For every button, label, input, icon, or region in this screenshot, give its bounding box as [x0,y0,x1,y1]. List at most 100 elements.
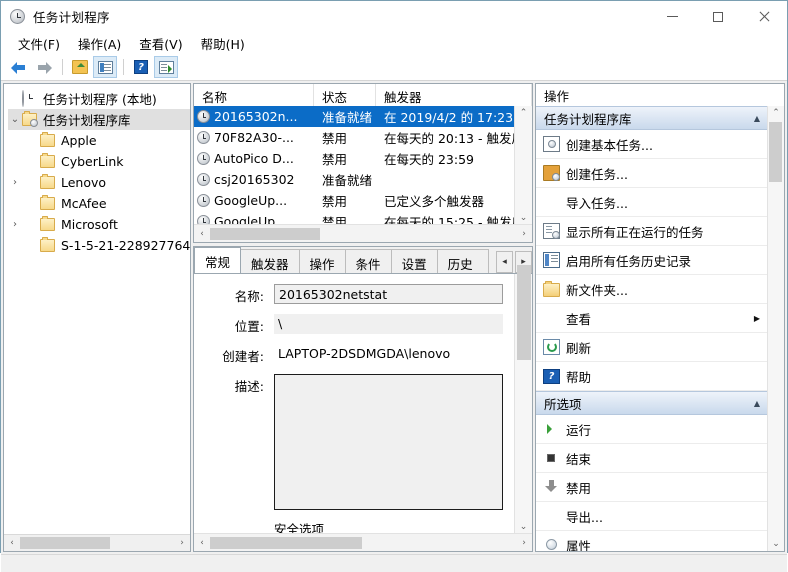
scroll-right-arrow-icon[interactable]: › [516,538,532,548]
action-disable[interactable]: 禁用 [536,473,768,502]
tree-item-microsoft[interactable]: › Microsoft [8,214,190,235]
menu-file[interactable]: 文件(F) [9,32,69,55]
scroll-thumb[interactable] [769,122,782,182]
menu-view[interactable]: 查看(V) [130,32,191,55]
tree-item-lenovo[interactable]: › Lenovo [8,172,190,193]
description-field[interactable] [274,374,503,510]
action-enable-all-task-history[interactable]: 启用所有任务历史记录 [536,246,768,275]
table-row[interactable]: csj20165302 准备就绪 [194,169,515,190]
column-header-name[interactable]: 名称 [194,84,314,106]
minimize-button[interactable] [649,1,695,32]
scroll-track[interactable] [20,535,174,551]
tab-settings[interactable]: 设置 [390,249,438,273]
action-create-task[interactable]: 创建任务... [536,159,768,188]
scroll-right-arrow-icon[interactable]: › [174,538,190,548]
scroll-thumb[interactable] [210,227,320,240]
action-end[interactable]: 结束 [536,444,768,473]
folder-icon [40,153,55,168]
action-label: 导入任务... [566,195,628,211]
tab-triggers[interactable]: 触发器 [240,249,300,273]
tree-item-sid[interactable]: S-1-5-21-228927764 [8,235,190,256]
field-row-description: 描述: [194,374,515,510]
tab-scroll-prev-icon[interactable]: ◂ [496,251,513,273]
up-folder-button[interactable] [68,56,92,78]
folder-icon [543,280,560,297]
tree-root-clock-icon [22,89,38,107]
scroll-track[interactable] [210,226,516,242]
scroll-thumb[interactable] [210,536,362,549]
task-clock-icon [197,194,210,207]
column-header-status[interactable]: 状态 [314,84,376,106]
scroll-right-arrow-icon[interactable]: › [516,229,532,239]
action-display-running-tasks[interactable]: 显示所有正在运行的任务 [536,217,768,246]
scroll-down-arrow-icon[interactable]: ⌄ [768,539,784,549]
tab-general[interactable]: 常规 [194,247,242,273]
show-action-pane-button[interactable] [154,56,178,78]
table-row[interactable]: 70F82A30-... 禁用 在每天的 20:13 - 触发后，花 [194,127,515,148]
task-name-cell: 70F82A30-... [194,130,314,145]
tab-actions[interactable]: 操作 [298,249,346,273]
task-list-horizontal-scrollbar[interactable]: ‹ › [194,224,532,242]
action-refresh[interactable]: 刷新 [536,333,768,362]
task-list-vertical-scrollbar[interactable]: ⌃ ⌄ [514,106,532,225]
tree-root-node[interactable]: 任务计划程序 (本地) [8,88,190,109]
detail-scroll-thumb[interactable] [517,265,531,360]
tree-item-cyberlink[interactable]: CyberLink [8,151,190,172]
scroll-left-arrow-icon[interactable]: ‹ [4,538,20,548]
action-run[interactable]: 运行 [536,415,768,444]
tree-item-library[interactable]: ⌄ 任务计划程序库 [8,109,190,130]
folder-icon [40,195,55,210]
lenovo-chevron-icon[interactable]: › [8,177,22,188]
scroll-thumb[interactable] [20,537,110,549]
action-new-folder[interactable]: 新文件夹... [536,275,768,304]
tab-history[interactable]: 历史记录 [436,249,489,273]
window-title: 任务计划程序 [33,10,110,25]
actions-vertical-scrollbar[interactable]: ⌃ ⌄ [767,106,784,551]
table-row[interactable]: GoogleUp... 禁用 在每天的 15:25 - 触发后，7 [194,211,515,225]
collapse-caret-icon[interactable]: ▲ [754,399,760,408]
action-view[interactable]: 查看 ▶ [536,304,768,333]
table-row[interactable]: 20165302n... 准备就绪 在 2019/4/2 的 17:23 时 - [194,106,515,127]
action-import-task[interactable]: 导入任务... [536,188,768,217]
maximize-button[interactable] [695,1,741,32]
scroll-left-arrow-icon[interactable]: ‹ [194,538,210,548]
tree-item-mcafee[interactable]: McAfee [8,193,190,214]
column-header-trigger[interactable]: 触发器 [376,84,532,106]
action-help[interactable]: ? 帮助 [536,362,768,391]
table-row[interactable]: AutoPico D... 禁用 在每天的 23:59 [194,148,515,169]
task-clock-icon [197,173,210,186]
actions-group-library-label: 任务计划程序库 [544,111,632,127]
actions-group-selected-item[interactable]: 所选项 ▲ [536,391,768,415]
microsoft-chevron-icon[interactable]: › [8,219,22,230]
collapse-caret-icon[interactable]: ▲ [754,114,760,123]
close-button[interactable] [741,1,787,32]
action-create-basic-task[interactable]: 创建基本任务... [536,130,768,159]
scroll-track[interactable] [210,535,516,551]
folder-icon [40,174,55,189]
menu-help[interactable]: 帮助(H) [192,32,254,55]
scroll-down-arrow-icon[interactable]: ⌄ [520,211,528,225]
name-field[interactable]: 20165302netstat [274,284,503,304]
scroll-up-arrow-icon[interactable]: ⌃ [520,106,528,120]
tab-conditions[interactable]: 条件 [344,249,392,273]
menu-action[interactable]: 操作(A) [69,32,130,55]
library-chevron-icon[interactable]: ⌄ [8,114,22,125]
status-bar [1,554,787,572]
detail-horizontal-scrollbar[interactable]: ‹ › [194,533,532,551]
scroll-left-arrow-icon[interactable]: ‹ [194,229,210,239]
console-tree-icon [97,60,113,74]
tree-horizontal-scrollbar[interactable]: ‹ › [4,534,190,551]
scroll-down-arrow-icon[interactable]: ⌄ [520,520,528,534]
back-button[interactable] [7,56,31,78]
scroll-up-arrow-icon[interactable]: ⌃ [768,108,784,118]
table-row[interactable]: GoogleUp... 禁用 已定义多个触发器 [194,190,515,211]
actions-group-library[interactable]: 任务计划程序库 ▲ [536,106,768,130]
action-export[interactable]: 导出... [536,502,768,531]
forward-button[interactable] [32,56,56,78]
action-label: 帮助 [566,369,592,385]
help-button[interactable]: ? [129,56,153,78]
action-properties[interactable]: 属性 [536,531,768,551]
tree-item-apple[interactable]: Apple [8,130,190,151]
show-console-tree-button[interactable] [93,56,117,78]
location-field: \ [274,314,503,334]
